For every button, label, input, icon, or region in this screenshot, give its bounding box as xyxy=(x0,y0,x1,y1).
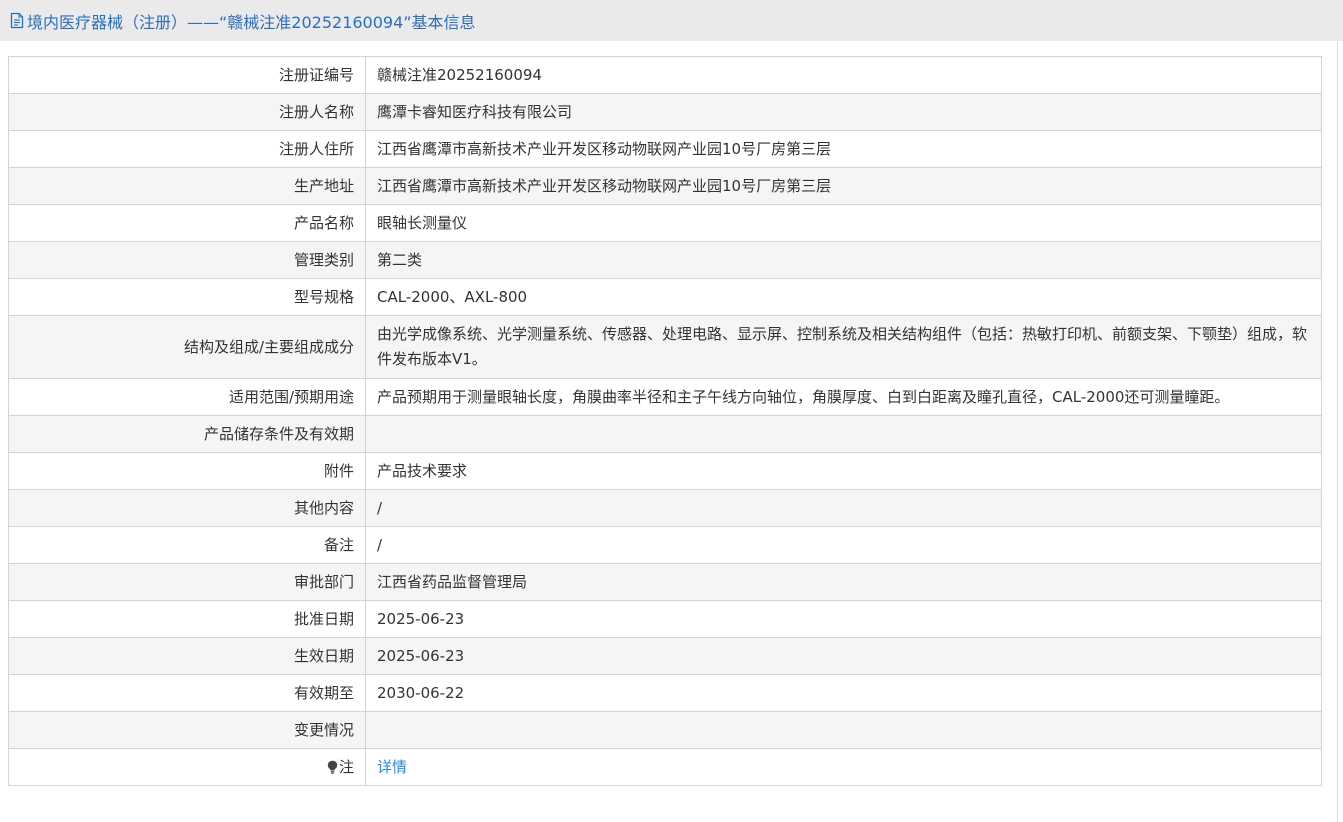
field-label: 管理类别 xyxy=(8,241,366,279)
table-row: 生产地址 江西省鹰潭市高新技术产业开发区移动物联网产业园10号厂房第三层 xyxy=(8,167,1322,205)
field-label: 结构及组成/主要组成成分 xyxy=(8,315,366,379)
table-row: 注册人住所 江西省鹰潭市高新技术产业开发区移动物联网产业园10号厂房第三层 xyxy=(8,130,1322,168)
field-label: 注册人住所 xyxy=(8,130,366,168)
table-row: 注册人名称 鹰潭卡睿知医疗科技有限公司 xyxy=(8,93,1322,131)
field-label: 有效期至 xyxy=(8,674,366,712)
field-value: 江西省鹰潭市高新技术产业开发区移动物联网产业园10号厂房第三层 xyxy=(365,130,1322,168)
field-value: 2025-06-23 xyxy=(365,637,1322,675)
table-row: 生效日期 2025-06-23 xyxy=(8,637,1322,675)
field-label: 生效日期 xyxy=(8,637,366,675)
field-value: 江西省药品监督管理局 xyxy=(365,563,1322,601)
field-label: 附件 xyxy=(8,452,366,490)
table-row: 附件 产品技术要求 xyxy=(8,452,1322,490)
field-value: CAL-2000、AXL-800 xyxy=(365,278,1322,316)
lightbulb-icon xyxy=(327,757,338,774)
field-value: 赣械注准20252160094 xyxy=(365,56,1322,94)
field-label: 其他内容 xyxy=(8,489,366,527)
table-row: 型号规格 CAL-2000、AXL-800 xyxy=(8,278,1322,316)
table-row: 其他内容 / xyxy=(8,489,1322,527)
field-value: 鹰潭卡睿知医疗科技有限公司 xyxy=(365,93,1322,131)
field-value: 江西省鹰潭市高新技术产业开发区移动物联网产业园10号厂房第三层 xyxy=(365,167,1322,205)
field-label: 审批部门 xyxy=(8,563,366,601)
note-row: 注 详情 xyxy=(8,748,1322,786)
field-label: 注册人名称 xyxy=(8,93,366,131)
field-value: / xyxy=(365,526,1322,564)
table-row: 变更情况 xyxy=(8,711,1322,749)
table-row: 管理类别 第二类 xyxy=(8,241,1322,279)
field-value: 由光学成像系统、光学测量系统、传感器、处理电路、显示屏、控制系统及相关结构组件（… xyxy=(365,315,1322,379)
note-value-cell: 详情 xyxy=(365,748,1322,786)
field-label: 产品储存条件及有效期 xyxy=(8,415,366,453)
table-row: 批准日期 2025-06-23 xyxy=(8,600,1322,638)
table-row: 产品名称 眼轴长测量仪 xyxy=(8,204,1322,242)
table-row: 有效期至 2030-06-22 xyxy=(8,674,1322,712)
field-value xyxy=(365,415,1322,453)
field-label: 产品名称 xyxy=(8,204,366,242)
field-label: 变更情况 xyxy=(8,711,366,749)
page-header: 境内医疗器械（注册）——“赣械注准20252160094”基本信息 xyxy=(0,0,1343,41)
details-link[interactable]: 详情 xyxy=(377,758,407,776)
document-icon xyxy=(10,12,24,29)
page-title: 境内医疗器械（注册）——“赣械注准20252160094”基本信息 xyxy=(27,12,476,32)
field-label: 批准日期 xyxy=(8,600,366,638)
note-label-cell: 注 xyxy=(8,748,366,786)
device-info-table: 注册证编号 赣械注准20252160094 注册人名称 鹰潭卡睿知医疗科技有限公… xyxy=(8,56,1322,786)
field-value: 眼轴长测量仪 xyxy=(365,204,1322,242)
field-label: 生产地址 xyxy=(8,167,366,205)
field-value: 产品预期用于测量眼轴长度，角膜曲率半径和主子午线方向轴位，角膜厚度、白到白距离及… xyxy=(365,378,1322,416)
field-label: 备注 xyxy=(8,526,366,564)
field-value xyxy=(365,711,1322,749)
field-label: 注册证编号 xyxy=(8,56,366,94)
table-row: 适用范围/预期用途 产品预期用于测量眼轴长度，角膜曲率半径和主子午线方向轴位，角… xyxy=(8,378,1322,416)
table-row: 结构及组成/主要组成成分 由光学成像系统、光学测量系统、传感器、处理电路、显示屏… xyxy=(8,315,1322,379)
table-row: 产品储存条件及有效期 xyxy=(8,415,1322,453)
note-label: 注 xyxy=(338,757,354,776)
table-row: 注册证编号 赣械注准20252160094 xyxy=(8,56,1322,94)
field-value: 第二类 xyxy=(365,241,1322,279)
field-value: 2025-06-23 xyxy=(365,600,1322,638)
table-row: 审批部门 江西省药品监督管理局 xyxy=(8,563,1322,601)
field-label: 型号规格 xyxy=(8,278,366,316)
field-value: 2030-06-22 xyxy=(365,674,1322,712)
field-label: 适用范围/预期用途 xyxy=(8,378,366,416)
field-value: 产品技术要求 xyxy=(365,452,1322,490)
table-row: 备注 / xyxy=(8,526,1322,564)
field-value: / xyxy=(365,489,1322,527)
